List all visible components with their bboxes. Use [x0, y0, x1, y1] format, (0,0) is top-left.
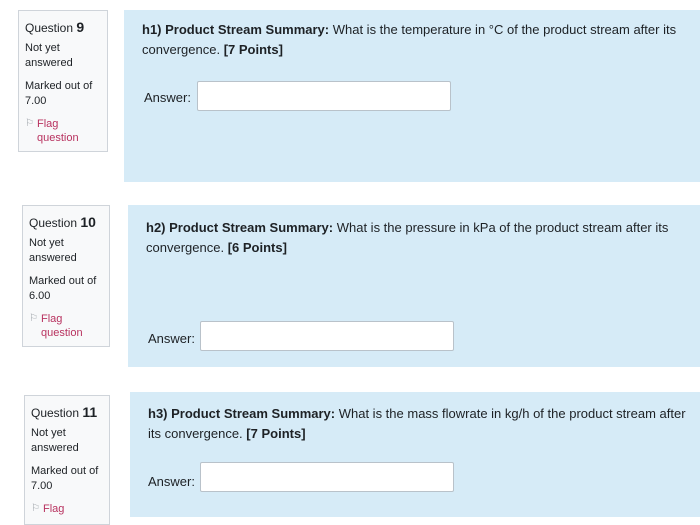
answer-label: Answer:	[144, 90, 191, 105]
question-number: Question 9	[25, 19, 85, 35]
question-content: h3) Product Stream Summary: What is the …	[130, 392, 700, 517]
question-text: h2) Product Stream Summary: What is the …	[146, 220, 669, 255]
answer-label: Answer:	[148, 474, 195, 489]
answer-input[interactable]	[200, 462, 454, 492]
question-number: Question 11	[31, 404, 98, 420]
flag-icon: ⚐	[29, 313, 38, 324]
question-grade: Marked out of 7.00	[25, 80, 93, 107]
question-state: Not yet answered	[31, 427, 79, 454]
question-text: h1) Product Stream Summary: What is the …	[142, 22, 677, 57]
question-content: h2) Product Stream Summary: What is the …	[128, 205, 700, 367]
question-text: h3) Product Stream Summary: What is the …	[148, 406, 686, 441]
answer-input[interactable]	[197, 81, 451, 111]
question-info-panel: Question 9 Not yet answered Marked out o…	[18, 10, 108, 152]
question-state: Not yet answered	[25, 42, 73, 69]
flag-icon: ⚐	[31, 503, 40, 514]
question-state: Not yet answered	[29, 237, 77, 264]
question-grade: Marked out of 6.00	[29, 275, 97, 302]
flag-icon: ⚐	[25, 118, 34, 129]
flag-question-button[interactable]: ⚐ Flag question	[29, 312, 103, 340]
answer-label: Answer:	[148, 331, 195, 346]
question-number: Question 10	[29, 214, 96, 230]
flag-label: Flag	[42, 503, 65, 515]
flag-label: Flag question	[40, 313, 83, 339]
flag-question-button[interactable]: ⚐ Flag	[31, 502, 103, 516]
question-info-panel: Question 10 Not yet answered Marked out …	[22, 205, 110, 347]
flag-label: Flag question	[36, 118, 79, 144]
question-grade: Marked out of 7.00	[31, 465, 99, 492]
answer-input[interactable]	[200, 321, 454, 351]
question-info-panel: Question 11 Not yet answered Marked out …	[24, 395, 110, 525]
flag-question-button[interactable]: ⚐ Flag question	[25, 117, 101, 145]
question-content: h1) Product Stream Summary: What is the …	[124, 10, 700, 182]
